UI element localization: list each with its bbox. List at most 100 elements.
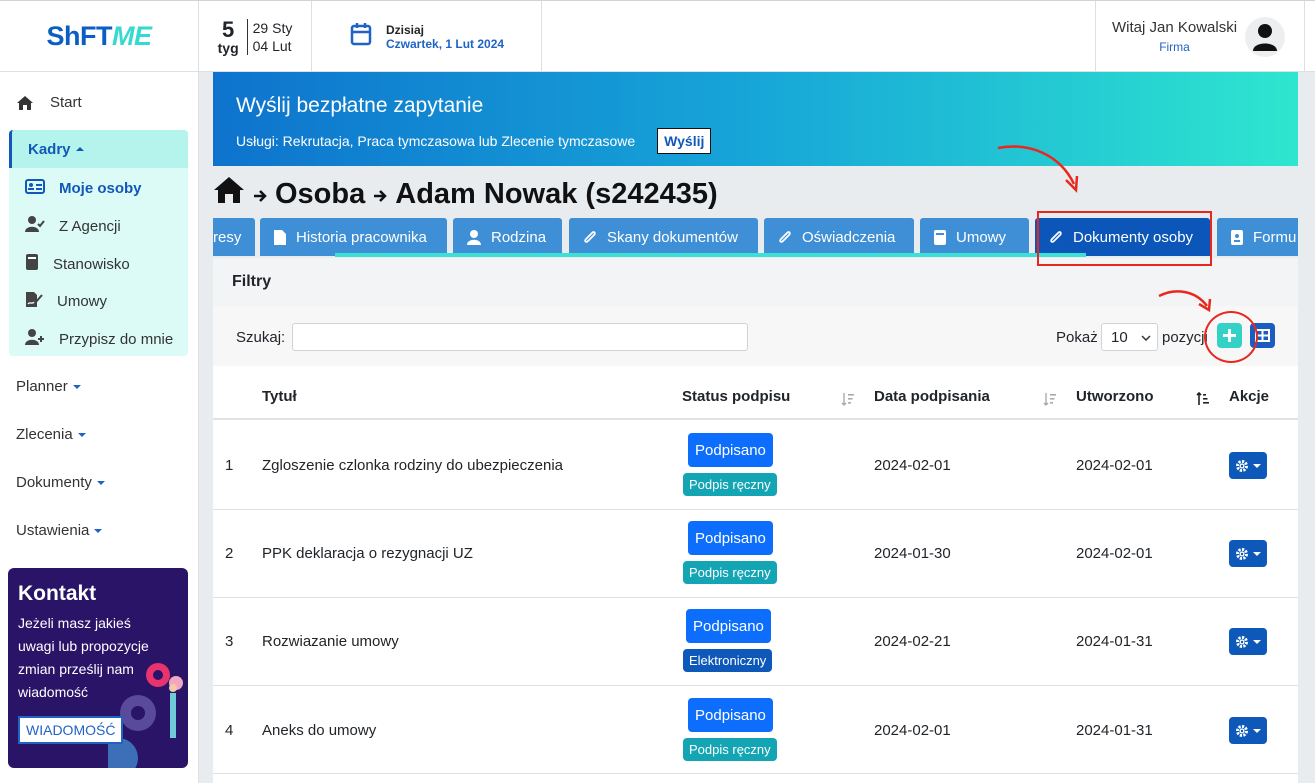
user-company: Firma xyxy=(1159,40,1190,54)
shiftme-logo[interactable]: ShFTME xyxy=(47,21,152,52)
paperclip-icon xyxy=(584,230,596,243)
today-date: Czwartek, 1 Lut 2024 xyxy=(386,36,505,51)
today-label: Dzisiaj xyxy=(386,22,425,37)
sort-icon[interactable] xyxy=(1043,392,1057,406)
sidebar-item-label: Kadry xyxy=(28,140,71,158)
show-label: Pokaż xyxy=(1056,329,1098,346)
search-label: Szukaj: xyxy=(236,329,286,346)
week-number: 5 tyg xyxy=(218,18,239,55)
document-title[interactable]: PPK deklaracja o rezygnacji UZ xyxy=(262,545,473,562)
signed-date: 2024-02-21 xyxy=(874,633,951,650)
tab-label: Skany dokumentów xyxy=(607,228,738,246)
signature-type-badge: Podpis ręczny xyxy=(683,738,777,761)
week-start: 29 Sty xyxy=(252,19,293,36)
sidebar-item-label: Z Agencji xyxy=(59,217,121,235)
column-header-actions: Akcje xyxy=(1229,388,1270,405)
tab-label: resy xyxy=(213,228,242,246)
annotation-highlight-circle xyxy=(1204,311,1258,363)
logo-cell[interactable]: ShFTME xyxy=(0,1,199,72)
document-title[interactable]: Aneks do umowy xyxy=(262,722,376,739)
sort-icon[interactable] xyxy=(841,392,855,406)
document-title[interactable]: Zgloszenie czlonka rodziny do ubezpiecze… xyxy=(262,457,563,474)
sort-asc-icon[interactable] xyxy=(1196,392,1210,406)
row-actions-button[interactable] xyxy=(1229,717,1267,744)
tab-label: Historia pracownika xyxy=(296,228,427,246)
sidebar-item-stanowisko[interactable]: Stanowisko xyxy=(25,254,130,274)
sidebar-item-kadry[interactable]: Kadry xyxy=(9,130,188,168)
sidebar-item-label: Moje osoby xyxy=(59,180,142,197)
sidebar-item-label: Przypisz do mnie xyxy=(59,330,174,348)
contact-card: Kontakt Jeżeli masz jakieś uwagi lub pro… xyxy=(8,568,188,768)
created-date: 2024-02-01 xyxy=(1076,457,1153,474)
annotation-arrow-icon xyxy=(1158,290,1212,313)
sidebar-item-label: Umowy xyxy=(57,293,108,310)
sidebar-item-dokumenty[interactable]: Dokumenty xyxy=(16,474,105,491)
status-badge: Podpisano xyxy=(688,521,773,555)
document-title[interactable]: Rozwiazanie umowy xyxy=(262,633,399,650)
home-icon[interactable] xyxy=(213,176,245,212)
file-icon xyxy=(274,229,286,245)
book-icon xyxy=(25,254,39,274)
page-size-select[interactable]: 10 xyxy=(1101,323,1158,351)
sidebar-item-label: Dokumenty xyxy=(16,474,92,491)
table-row: 4 Aneks do umowy Podpisano Podpis ręczny… xyxy=(213,686,1298,774)
tab-umowy[interactable]: Umowy xyxy=(920,218,1029,256)
caret-down-icon xyxy=(96,481,105,486)
status-badge: Podpisano xyxy=(688,698,773,732)
column-header-signed-date[interactable]: Data podpisania xyxy=(874,388,990,405)
filters-title: Filtry xyxy=(232,273,272,290)
sidebar-item-label: Zlecenia xyxy=(16,426,73,443)
user-menu[interactable]: Witaj Jan Kowalski Firma xyxy=(1095,1,1305,72)
sidebar-item-zlecenia[interactable]: Zlecenia xyxy=(16,426,86,443)
caret-down-icon xyxy=(1253,551,1261,556)
tab-adresy[interactable]: resy xyxy=(213,218,255,256)
row-actions-button[interactable] xyxy=(1229,452,1267,479)
id-badge-icon xyxy=(1231,229,1243,245)
breadcrumb-level1[interactable]: Osoba xyxy=(275,178,365,211)
column-header-title[interactable]: Tytuł xyxy=(262,388,297,405)
table-row: 1 Zgloszenie czlonka rodziny do ubezpiec… xyxy=(213,422,1298,510)
sidebar-item-label: Planner xyxy=(16,378,68,395)
caret-down-icon xyxy=(1253,639,1261,644)
column-header-created[interactable]: Utworzono xyxy=(1076,388,1153,405)
sidebar-item-umowy[interactable]: Umowy xyxy=(25,291,107,312)
caret-down-icon xyxy=(72,385,81,390)
sidebar-item-z-agencji[interactable]: Z Agencji xyxy=(25,216,121,236)
promo-banner: Wyślij bezpłatne zapytanie Usługi: Rekru… xyxy=(213,72,1298,166)
created-date: 2024-01-31 xyxy=(1076,633,1153,650)
gear-icon xyxy=(1236,459,1248,472)
tab-rodzina[interactable]: Rodzina xyxy=(453,218,562,256)
sidebar-item-planner[interactable]: Planner xyxy=(16,378,81,395)
column-header-status[interactable]: Status podpisu xyxy=(682,388,790,405)
sidebar-item-moje-osoby[interactable]: Moje osoby xyxy=(25,179,142,198)
avatar[interactable] xyxy=(1245,16,1286,57)
row-actions-button[interactable] xyxy=(1229,540,1267,567)
toolbar-row: Szukaj: Pokaż 10 pozycji xyxy=(213,306,1298,366)
caret-down-icon xyxy=(1253,463,1261,468)
sidebar-item-przypisz-do-mnie[interactable]: Przypisz do mnie xyxy=(25,329,173,349)
annotation-highlight-box xyxy=(1037,211,1212,266)
search-input[interactable] xyxy=(292,323,748,351)
contract-signature-icon xyxy=(25,291,43,312)
user-check-icon xyxy=(25,216,45,236)
signed-date: 2024-01-30 xyxy=(874,545,951,562)
contact-message-button[interactable]: WIADOMOŚĆ xyxy=(18,716,124,744)
chevron-down-icon xyxy=(1141,335,1151,341)
id-card-icon xyxy=(25,179,45,198)
sidebar-item-start[interactable]: Start xyxy=(16,94,82,111)
home-icon xyxy=(16,95,34,111)
table-header: Tytuł Status podpisu Data podpisania Utw… xyxy=(213,366,1298,420)
user-greeting: Witaj Jan Kowalski xyxy=(1112,19,1238,36)
caret-down-icon xyxy=(77,433,86,438)
arrow-right-icon xyxy=(253,178,267,211)
banner-send-button[interactable]: Wyślij xyxy=(657,128,712,154)
caret-down-icon xyxy=(94,529,103,534)
row-number: 4 xyxy=(225,722,234,739)
page-size-value: 10 xyxy=(1111,329,1128,346)
tab-oswiadczenia[interactable]: Oświadczenia xyxy=(764,218,914,256)
row-actions-button[interactable] xyxy=(1229,628,1267,655)
tab-skany-dokumentow[interactable]: Skany dokumentów xyxy=(569,218,758,256)
tab-historia-pracownika[interactable]: Historia pracownika xyxy=(260,218,447,256)
tab-formularze[interactable]: Formu xyxy=(1217,218,1298,256)
sidebar-item-ustawienia[interactable]: Ustawienia xyxy=(16,522,103,539)
